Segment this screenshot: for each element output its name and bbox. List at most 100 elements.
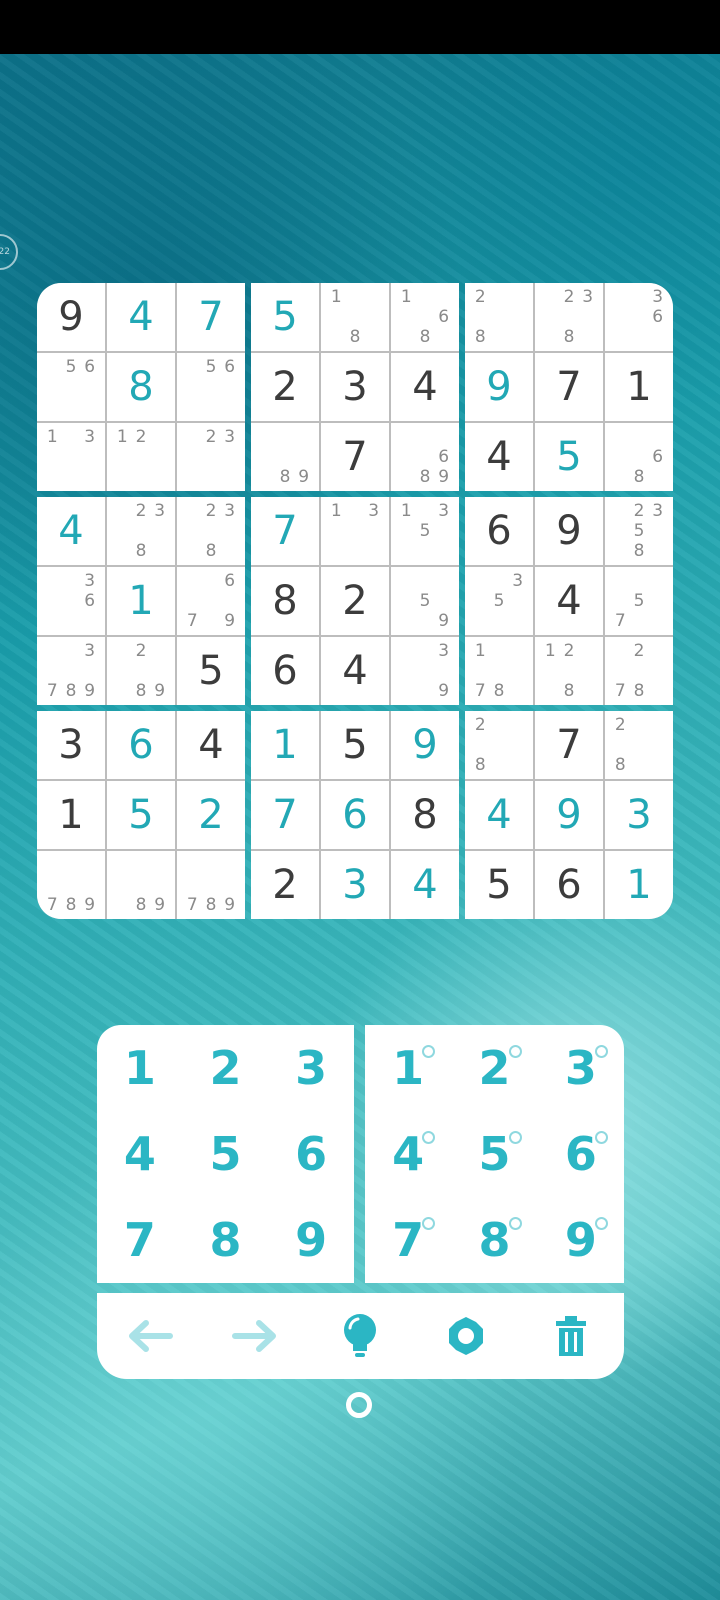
board-cell[interactable]: 9 xyxy=(465,353,533,421)
undo-button[interactable] xyxy=(120,1306,180,1366)
board-cell[interactable]: 1 xyxy=(107,567,175,635)
board-cell[interactable]: 238 xyxy=(177,497,245,565)
board-cell[interactable]: 6 xyxy=(535,851,603,919)
board-cell[interactable]: 5 xyxy=(177,637,245,705)
drag-handle[interactable] xyxy=(346,1392,372,1418)
board-cell[interactable]: 1 35 xyxy=(391,497,459,565)
board-cell[interactable]: 5 xyxy=(321,711,389,779)
note-digit-key[interactable]: 6 xyxy=(538,1111,624,1197)
board-cell[interactable]: 8 xyxy=(107,353,175,421)
board-cell[interactable]: 1 78 xyxy=(465,637,533,705)
board-cell[interactable]: 4 xyxy=(465,423,533,491)
board-cell[interactable]: 28 xyxy=(465,711,533,779)
board-cell[interactable]: 28 xyxy=(605,711,673,779)
board-cell[interactable]: 4 xyxy=(107,283,175,351)
board-cell[interactable]: 56 xyxy=(177,353,245,421)
board-cell[interactable]: 7 xyxy=(251,781,319,849)
board-cell[interactable]: 1 xyxy=(251,711,319,779)
delete-button[interactable] xyxy=(541,1306,601,1366)
board-cell[interactable]: 23 xyxy=(177,423,245,491)
board-cell[interactable]: 2 xyxy=(251,353,319,421)
board-cell[interactable]: 39 xyxy=(391,637,459,705)
board-cell[interactable]: 2 xyxy=(251,851,319,919)
board-cell[interactable]: 238 xyxy=(535,283,603,351)
board-cell[interactable]: 57 xyxy=(605,567,673,635)
digit-key[interactable]: 1 xyxy=(97,1025,183,1111)
hint-button[interactable] xyxy=(330,1306,390,1366)
board-cell[interactable]: 7 xyxy=(535,711,603,779)
board-cell[interactable]: 4 xyxy=(321,637,389,705)
board-cell[interactable]: 5 xyxy=(251,283,319,351)
digit-key[interactable]: 8 xyxy=(183,1197,269,1283)
board-cell[interactable]: 6 xyxy=(465,497,533,565)
board-cell[interactable]: 6 xyxy=(321,781,389,849)
redo-button[interactable] xyxy=(225,1306,285,1366)
board-cell[interactable]: 9 xyxy=(535,781,603,849)
digit-key[interactable]: 7 xyxy=(97,1197,183,1283)
board-cell[interactable]: 278 xyxy=(605,637,673,705)
digit-key[interactable]: 3 xyxy=(268,1025,354,1111)
board-cell[interactable]: 789 xyxy=(37,851,105,919)
board-cell[interactable]: 689 xyxy=(391,423,459,491)
note-digit-key[interactable]: 8 xyxy=(451,1197,537,1283)
board-cell[interactable]: 4 xyxy=(465,781,533,849)
board-cell[interactable]: 3 789 xyxy=(37,637,105,705)
digit-key[interactable]: 6 xyxy=(268,1111,354,1197)
board-cell[interactable]: 2 xyxy=(177,781,245,849)
board-cell[interactable]: 5 xyxy=(107,781,175,849)
board-cell[interactable]: 2358 xyxy=(605,497,673,565)
board-cell[interactable]: 9 xyxy=(37,283,105,351)
board-cell[interactable]: 6 xyxy=(251,637,319,705)
board-cell[interactable]: 35 xyxy=(465,567,533,635)
digit-key[interactable]: 9 xyxy=(268,1197,354,1283)
board-cell[interactable]: 56 xyxy=(37,353,105,421)
note-digit-key[interactable]: 5 xyxy=(451,1111,537,1197)
board-cell[interactable]: 1 68 xyxy=(391,283,459,351)
digit-key[interactable]: 4 xyxy=(97,1111,183,1197)
board-cell[interactable]: 789 xyxy=(177,851,245,919)
board-cell[interactable]: 1 xyxy=(605,851,673,919)
board-cell[interactable]: 3 xyxy=(321,353,389,421)
board-cell[interactable]: 238 xyxy=(107,497,175,565)
note-digit-key[interactable]: 9 xyxy=(538,1197,624,1283)
board-cell[interactable]: 5 xyxy=(535,423,603,491)
board-cell[interactable]: 68 xyxy=(605,423,673,491)
board-cell[interactable]: 6 7 9 xyxy=(177,567,245,635)
board-cell[interactable]: 18 xyxy=(321,283,389,351)
board-cell[interactable]: 4 xyxy=(177,711,245,779)
board-cell[interactable]: 3 xyxy=(605,781,673,849)
board-cell[interactable]: 4 xyxy=(37,497,105,565)
board-cell[interactable]: 9 xyxy=(535,497,603,565)
board-cell[interactable]: 13 xyxy=(321,497,389,565)
board-cell[interactable]: 59 xyxy=(391,567,459,635)
board-cell[interactable]: 1 xyxy=(37,781,105,849)
board-cell[interactable]: 4 xyxy=(391,851,459,919)
board-cell[interactable]: 12 xyxy=(107,423,175,491)
board-cell[interactable]: 2 xyxy=(321,567,389,635)
board-cell[interactable]: 36 xyxy=(37,567,105,635)
digit-key[interactable]: 5 xyxy=(183,1111,269,1197)
board-cell[interactable]: 7 xyxy=(251,497,319,565)
board-cell[interactable]: 5 xyxy=(465,851,533,919)
digit-key[interactable]: 2 xyxy=(183,1025,269,1111)
board-cell[interactable]: 8 xyxy=(391,781,459,849)
board-cell[interactable]: 9 xyxy=(391,711,459,779)
note-digit-key[interactable]: 7 xyxy=(365,1197,451,1283)
board-cell[interactable]: 7 xyxy=(321,423,389,491)
board-cell[interactable]: 6 xyxy=(107,711,175,779)
board-cell[interactable]: 8 xyxy=(251,567,319,635)
board-cell[interactable]: 13 xyxy=(37,423,105,491)
board-cell[interactable]: 7 xyxy=(535,353,603,421)
board-cell[interactable]: 89 xyxy=(251,423,319,491)
note-digit-key[interactable]: 3 xyxy=(538,1025,624,1111)
board-cell[interactable]: 89 xyxy=(107,851,175,919)
timer-badge[interactable]: 22 xyxy=(0,234,18,270)
board-cell[interactable]: 28 xyxy=(465,283,533,351)
board-cell[interactable]: 12 8 xyxy=(535,637,603,705)
board-cell[interactable]: 2 89 xyxy=(107,637,175,705)
board-cell[interactable]: 4 xyxy=(391,353,459,421)
board-cell[interactable]: 3 xyxy=(321,851,389,919)
board-cell[interactable]: 36 xyxy=(605,283,673,351)
board-cell[interactable]: 4 xyxy=(535,567,603,635)
note-digit-key[interactable]: 2 xyxy=(451,1025,537,1111)
